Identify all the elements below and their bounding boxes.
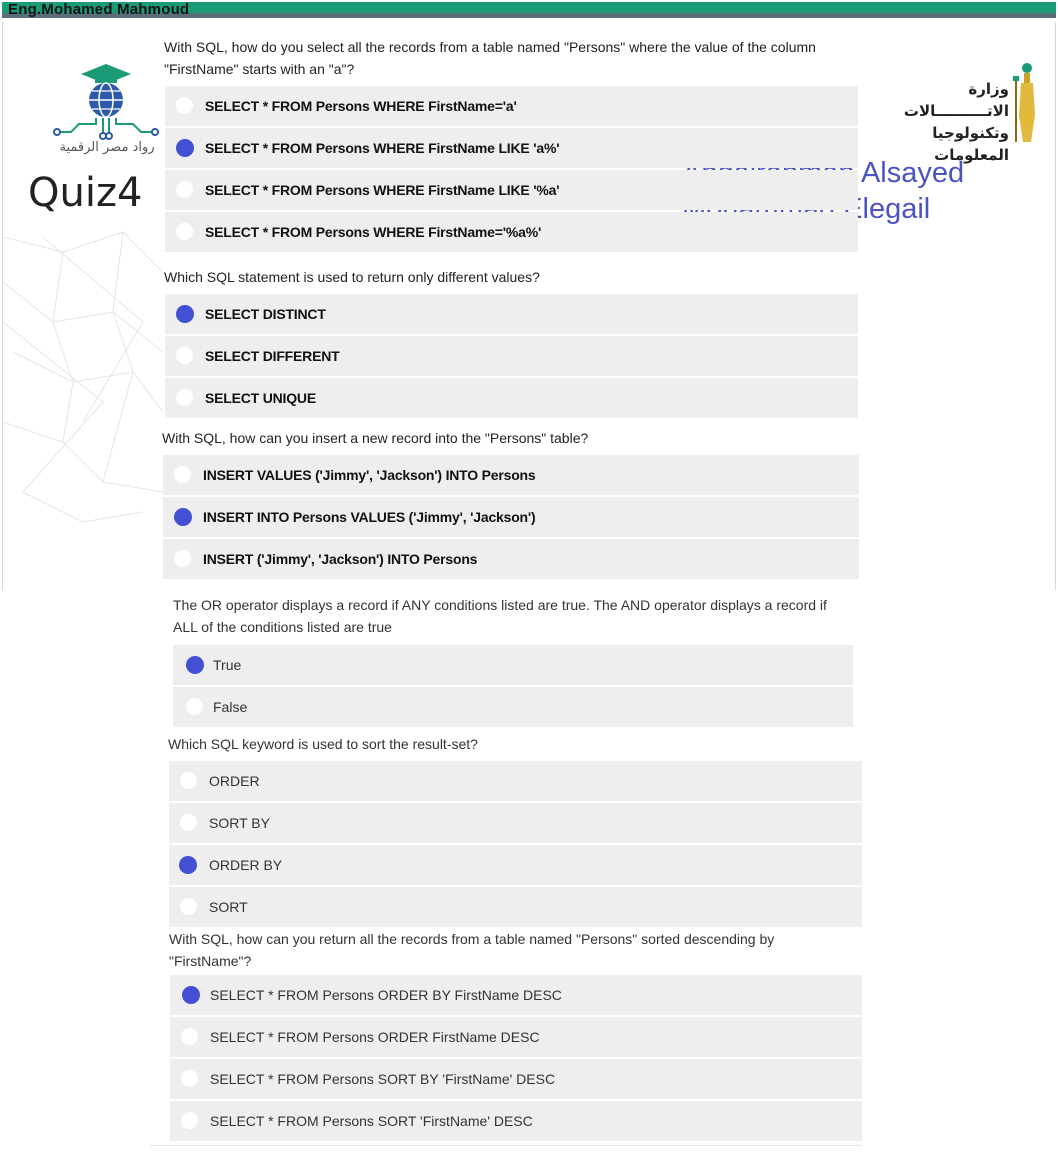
option-row[interactable]: True: [173, 645, 853, 685]
option-label: ORDER BY: [209, 857, 283, 873]
radio-button-selected[interactable]: [186, 656, 204, 674]
radio-button[interactable]: [176, 389, 193, 406]
radio-button[interactable]: [186, 698, 203, 715]
rowad-misr-logo-text: رواد مصر الرقمية: [59, 140, 155, 155]
option-row[interactable]: False: [173, 687, 853, 727]
radio-button[interactable]: [181, 1070, 198, 1087]
radio-button[interactable]: [176, 181, 193, 198]
option-row[interactable]: INSERT VALUES ('Jimmy', 'Jackson') INTO …: [163, 455, 859, 495]
ministry-logo-line1: وزارة الاتــــــــــالات: [903, 80, 1009, 120]
option-label: SORT: [209, 899, 248, 915]
radio-button[interactable]: [176, 223, 193, 240]
radio-button[interactable]: [176, 347, 193, 364]
option-label: INSERT ('Jimmy', 'Jackson') INTO Persons: [203, 551, 478, 567]
option-label: SELECT DISTINCT: [205, 306, 326, 322]
option-row[interactable]: INSERT ('Jimmy', 'Jackson') INTO Persons: [163, 539, 859, 579]
option-row[interactable]: SELECT DISTINCT: [165, 294, 858, 334]
option-label: SELECT * FROM Persons SORT 'FirstName' D…: [210, 1113, 533, 1129]
header-bar: Eng.Mohamed Mahmoud: [0, 0, 1058, 22]
option-row[interactable]: SORT: [169, 887, 862, 927]
option-label: True: [213, 657, 242, 673]
author-name: Eng.Mohamed Mahmoud: [8, 1, 190, 18]
radio-button-selected[interactable]: [182, 986, 200, 1004]
radio-button[interactable]: [174, 550, 191, 567]
option-row[interactable]: SELECT * FROM Persons SORT 'FirstName' D…: [170, 1101, 862, 1141]
option-row[interactable]: SELECT * FROM Persons SORT BY 'FirstName…: [170, 1059, 862, 1099]
option-label: SELECT DIFFERENT: [205, 348, 340, 364]
radio-button[interactable]: [180, 814, 197, 831]
radio-button-selected[interactable]: [176, 305, 194, 323]
option-label: INSERT INTO Persons VALUES ('Jimmy', 'Ja…: [203, 509, 536, 525]
question-text: With SQL, how do you select all the reco…: [164, 39, 816, 77]
option-row[interactable]: SELECT UNIQUE: [165, 378, 858, 418]
question-text: Which SQL keyword is used to sort the re…: [168, 736, 478, 752]
radio-button-selected[interactable]: [174, 508, 192, 526]
option-label: INSERT VALUES ('Jimmy', 'Jackson') INTO …: [203, 467, 536, 483]
question-text: With SQL, how can you insert a new recor…: [162, 430, 589, 446]
option-row[interactable]: SELECT * FROM Persons WHERE FirstName LI…: [165, 170, 858, 210]
pharaoh-figure-icon: [1013, 63, 1035, 142]
option-label: SELECT * FROM Persons SORT BY 'FirstName…: [210, 1071, 556, 1087]
option-label: ORDER: [209, 773, 260, 789]
option-row[interactable]: SORT BY: [169, 803, 862, 843]
option-row[interactable]: SELECT * FROM Persons ORDER BY FirstName…: [170, 975, 862, 1015]
option-row[interactable]: INSERT INTO Persons VALUES ('Jimmy', 'Ja…: [163, 497, 859, 537]
option-label: SELECT * FROM Persons ORDER FirstName DE…: [210, 1029, 540, 1045]
radio-button[interactable]: [176, 97, 193, 114]
option-row[interactable]: ORDER: [169, 761, 862, 801]
option-label: SELECT * FROM Persons WHERE FirstName LI…: [205, 140, 560, 156]
option-label: SORT BY: [209, 815, 270, 831]
question-text: Which SQL statement is used to return on…: [164, 269, 540, 285]
option-label: SELECT * FROM Persons WHERE FirstName='%…: [205, 224, 542, 240]
option-label: SELECT * FROM Persons WHERE FirstName='a…: [205, 98, 517, 114]
option-label: False: [213, 699, 248, 715]
option-row[interactable]: SELECT DIFFERENT: [165, 336, 858, 376]
radio-button[interactable]: [180, 898, 197, 915]
radio-button[interactable]: [180, 772, 197, 789]
footer-divider: [150, 1145, 862, 1160]
question-text: The OR operator displays a record if ANY…: [173, 597, 827, 635]
option-label: SELECT UNIQUE: [205, 390, 316, 406]
radio-button[interactable]: [181, 1112, 198, 1129]
option-row[interactable]: SELECT * FROM Persons WHERE FirstName LI…: [165, 128, 858, 168]
option-label: SELECT * FROM Persons ORDER BY FirstName…: [210, 987, 562, 1003]
radio-button-selected[interactable]: [179, 856, 197, 874]
option-row[interactable]: SELECT * FROM Persons WHERE FirstName='%…: [165, 212, 858, 252]
option-label: SELECT * FROM Persons WHERE FirstName LI…: [205, 182, 560, 198]
option-row[interactable]: SELECT * FROM Persons ORDER FirstName DE…: [170, 1017, 862, 1057]
quiz-title: Quiz4: [28, 170, 143, 216]
ministry-logo-text: وزارة الاتــــــــــالات وتكنولوجيا المع…: [871, 78, 1009, 166]
option-row[interactable]: SELECT * FROM Persons WHERE FirstName='a…: [165, 86, 858, 126]
option-row[interactable]: ORDER BY: [169, 845, 862, 885]
radio-button[interactable]: [174, 466, 191, 483]
question-text: With SQL, how can you return all the rec…: [169, 931, 775, 969]
radio-button[interactable]: [181, 1028, 198, 1045]
radio-button-selected[interactable]: [176, 139, 194, 157]
